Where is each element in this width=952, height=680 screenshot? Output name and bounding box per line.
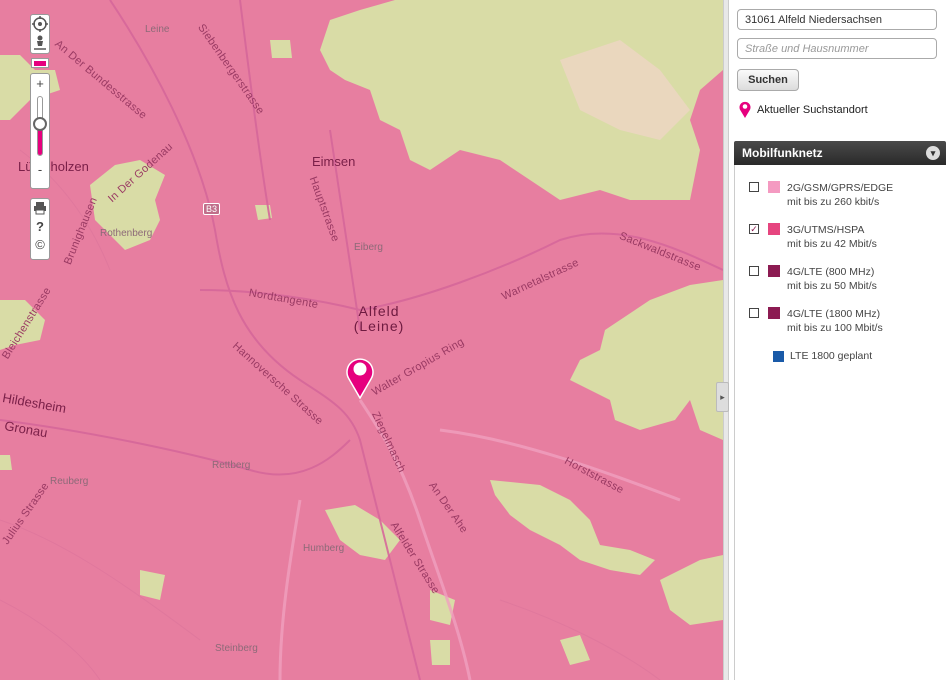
layer-4g-800-swatch xyxy=(768,265,780,277)
layer-2g[interactable]: 2G/GSM/GPRS/EDGE mit bis zu 260 kbit/s xyxy=(749,181,893,209)
zoom-slider[interactable] xyxy=(33,96,47,156)
map-canvas xyxy=(0,0,723,680)
layer-4g-800[interactable]: 4G/LTE (800 MHz) mit bis zu 50 Mbit/s xyxy=(749,265,877,293)
layer-3g-speed: mit bis zu 42 Mbit/s xyxy=(787,238,877,250)
help-button[interactable]: ? xyxy=(31,217,49,235)
layer-4g-1800-text: 4G/LTE (1800 MHz) mit bis zu 100 Mbit/s xyxy=(787,307,883,335)
person-icon[interactable] xyxy=(31,33,49,51)
alfeld-suffix: (Leine) xyxy=(353,318,405,334)
layer-3g-name: 3G/UTMS/HSPA xyxy=(787,224,865,236)
layer-2g-checkbox[interactable] xyxy=(749,182,759,192)
current-location-legend: Aktueller Suchstandort xyxy=(739,101,868,119)
alfeld-name: Alfeld xyxy=(358,303,400,319)
map-label-leine: Leine xyxy=(145,24,170,35)
layer-4g-1800-checkbox[interactable] xyxy=(749,308,759,318)
layer-4g-800-checkbox[interactable] xyxy=(749,266,759,276)
location-pin-icon xyxy=(739,101,751,118)
map-label-humberg: Humberg xyxy=(303,543,345,554)
printer-icon[interactable] xyxy=(31,199,49,217)
zoom-slider-knob[interactable] xyxy=(33,117,47,131)
zoom-control: + - xyxy=(30,73,50,189)
layer-3g-swatch xyxy=(768,223,780,235)
lte-planned-label: LTE 1800 geplant xyxy=(790,350,873,362)
zoom-out-button[interactable]: - xyxy=(31,160,49,178)
map-label-rettberg: Rettberg xyxy=(212,460,251,471)
road-badge-b3: B3 xyxy=(203,203,221,215)
copyright-button[interactable]: © xyxy=(31,235,49,253)
layer-2g-name: 2G/GSM/GPRS/EDGE xyxy=(787,182,894,194)
location-input[interactable] xyxy=(737,9,937,30)
mobilfunknetz-panel-header[interactable]: Mobilfunknetz ▾ xyxy=(734,141,946,165)
lte-planned-swatch xyxy=(773,350,784,362)
layer-4g-1800-name: 4G/LTE (1800 MHz) xyxy=(787,308,881,320)
map-label-alfeld: Alfeld (Leine) xyxy=(352,304,406,334)
layer-3g[interactable]: ✓ 3G/UTMS/HSPA mit bis zu 42 Mbit/s xyxy=(749,223,877,251)
layer-4g-800-name: 4G/LTE (800 MHz) xyxy=(787,266,875,278)
street-input[interactable] xyxy=(737,38,937,59)
sidebar: Suchen Aktueller Suchstandort Mobilfunkn… xyxy=(729,0,952,680)
nav-control-group xyxy=(30,14,50,54)
collapse-panel-handle[interactable]: ▸ xyxy=(716,382,729,412)
map-label-eimsen: Eimsen xyxy=(312,154,356,169)
map-label-eiberg: Eiberg xyxy=(354,242,383,253)
layer-4g-1800-swatch xyxy=(768,307,780,319)
panel-title: Mobilfunknetz xyxy=(742,146,823,160)
layer-4g-800-text: 4G/LTE (800 MHz) mit bis zu 50 Mbit/s xyxy=(787,265,877,293)
map-label-reuberg: Reuberg xyxy=(50,476,89,487)
layer-3g-checkbox[interactable]: ✓ xyxy=(749,224,759,234)
chevron-right-icon: ▸ xyxy=(720,391,725,402)
coverage-map[interactable]: An Der Bundesstrasse Siebenbergerstrasse… xyxy=(0,0,723,680)
search-button[interactable]: Suchen xyxy=(737,69,799,91)
layer-switch-icon[interactable] xyxy=(31,58,49,68)
layer-4g-800-speed: mit bis zu 50 Mbit/s xyxy=(787,280,877,292)
layer-4g-1800-speed: mit bis zu 100 Mbit/s xyxy=(787,322,883,334)
zoom-in-button[interactable]: + xyxy=(31,74,49,92)
current-location-label: Aktueller Suchstandort xyxy=(757,104,868,116)
location-marker-icon[interactable] xyxy=(345,355,375,399)
mobilfunknetz-panel-body: 2G/GSM/GPRS/EDGE mit bis zu 260 kbit/s ✓… xyxy=(734,165,946,680)
pan-icon[interactable] xyxy=(31,15,49,33)
lte-1800-planned-legend: LTE 1800 geplant xyxy=(773,350,872,362)
map-label-steinberg: Steinberg xyxy=(215,643,258,654)
layer-2g-swatch xyxy=(768,181,780,193)
layer-3g-text: 3G/UTMS/HSPA mit bis zu 42 Mbit/s xyxy=(787,223,877,251)
layer-2g-speed: mit bis zu 260 kbit/s xyxy=(787,196,880,208)
chevron-down-icon[interactable]: ▾ xyxy=(926,146,940,160)
layer-4g-1800[interactable]: 4G/LTE (1800 MHz) mit bis zu 100 Mbit/s xyxy=(749,307,883,335)
map-label-luetzenholzen: Lütenholzen xyxy=(18,159,89,174)
layer-2g-text: 2G/GSM/GPRS/EDGE mit bis zu 260 kbit/s xyxy=(787,181,893,209)
tools-control-group: ? © xyxy=(30,198,50,260)
map-label-rothenberg: Rothenberg xyxy=(100,228,153,239)
